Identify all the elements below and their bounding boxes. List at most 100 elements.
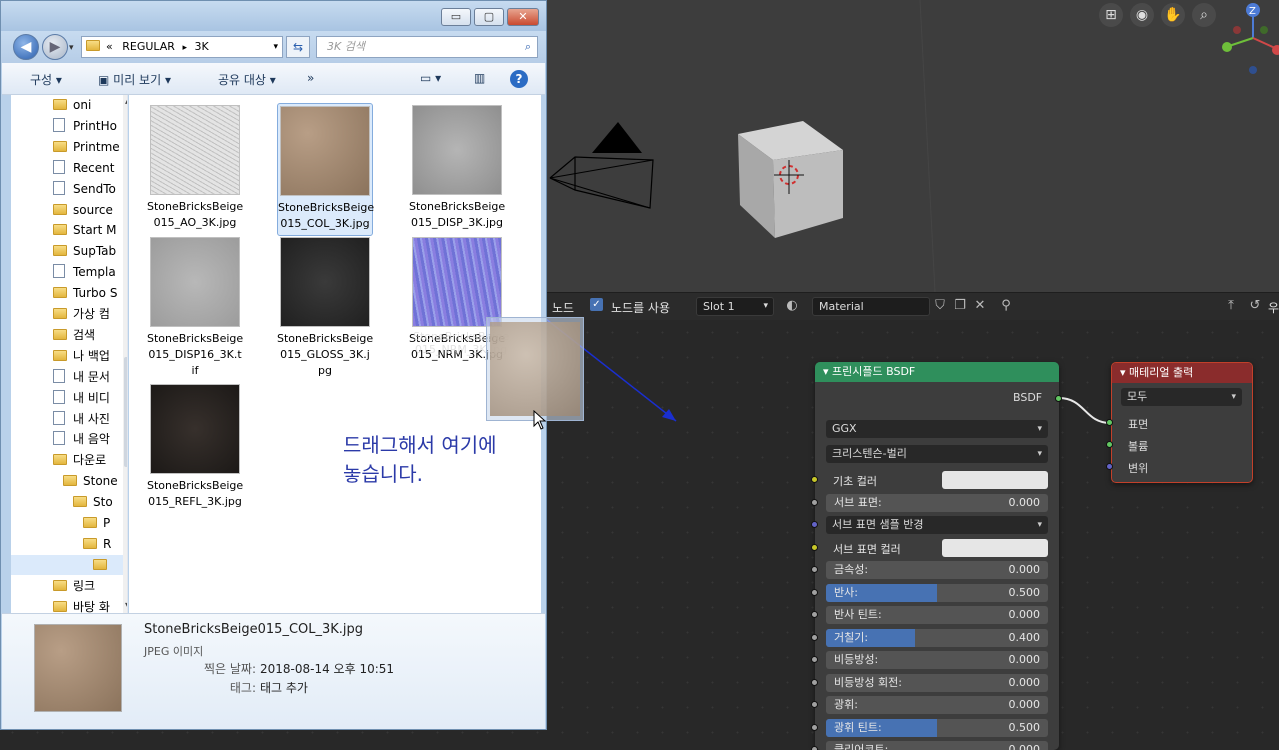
color-swatch[interactable] xyxy=(942,471,1048,489)
explorer-titlebar[interactable]: ▭ ▢ ✕ xyxy=(1,1,546,31)
collapse-icon[interactable]: ▾ xyxy=(1120,366,1126,379)
tree-item[interactable]: Turbo S xyxy=(53,283,117,303)
tree-item[interactable]: P xyxy=(83,513,110,533)
material-name-field[interactable]: Material xyxy=(812,297,930,316)
close-icon[interactable]: ✕ xyxy=(971,297,989,315)
view-options-icon[interactable]: ▭ ▾ xyxy=(420,71,441,85)
tree-item[interactable]: R xyxy=(83,534,111,554)
navigation-gizmo[interactable]: Z xyxy=(1219,0,1279,80)
material-sphere-icon[interactable]: ◐ xyxy=(783,297,801,315)
tree-item[interactable]: SendTo xyxy=(53,179,116,199)
input-socket[interactable] xyxy=(811,476,818,483)
share-button[interactable]: 공유 대상 ▾ xyxy=(218,71,276,88)
breadcrumb-3k[interactable]: 3K xyxy=(194,40,208,53)
address-bar[interactable]: « REGULAR ▸ 3K ▾ xyxy=(81,36,283,58)
subsurface-radius-dropdown[interactable]: 서브 표면 샘플 반경 ▾ xyxy=(826,516,1048,534)
close-button[interactable]: ✕ xyxy=(507,8,539,26)
search-icon[interactable]: ⌕ xyxy=(525,37,531,57)
chevron-down-icon[interactable]: ▾ xyxy=(273,37,278,57)
history-dropdown-icon[interactable]: ▾ xyxy=(69,43,74,53)
node-menu[interactable]: 노드 xyxy=(552,299,574,316)
input-socket[interactable] xyxy=(811,589,818,596)
subsurface-method-dropdown[interactable]: 크리스텐슨-벌리 ▾ xyxy=(826,445,1048,463)
more-button[interactable]: » xyxy=(307,71,314,85)
shield-icon[interactable]: ⛉ xyxy=(931,297,949,315)
duplicate-icon[interactable]: ❐ xyxy=(951,297,969,315)
tree-item[interactable]: SupTab xyxy=(53,241,116,261)
scroll-down-icon[interactable]: ▾ xyxy=(125,600,127,609)
tree-item[interactable]: source xyxy=(53,200,113,220)
camera-icon[interactable]: ◉ xyxy=(1130,3,1154,27)
use-nodes-checkbox[interactable]: ✓ xyxy=(590,298,603,311)
navigation-tree[interactable]: oni PrintHo Printme Recent SendTo source Start… xyxy=(11,95,128,613)
file-item[interactable]: StoneBricksBeige 015_GLOSS_3K.j pg xyxy=(277,235,373,382)
tag-value[interactable]: 태그 추가 xyxy=(260,679,308,696)
property-slider[interactable]: 거칠기: 0.400 xyxy=(826,629,1048,647)
tree-item[interactable]: Stone xyxy=(63,471,118,491)
tree-item[interactable] xyxy=(11,554,123,575)
input-socket[interactable] xyxy=(811,746,818,750)
input-socket[interactable] xyxy=(811,611,818,618)
file-item[interactable]: StoneBricksBeige 015_AO_3K.jpg xyxy=(147,103,243,234)
preview-pane-icon[interactable]: ▥ xyxy=(474,71,485,85)
tree-item[interactable]: 내 비디 xyxy=(53,388,110,408)
breadcrumb-separator[interactable]: ▸ xyxy=(182,43,187,53)
tree-item[interactable]: oni xyxy=(53,95,91,115)
property-slider[interactable]: 광휘: 0.000 xyxy=(826,696,1048,714)
tree-item[interactable]: 내 문서 xyxy=(53,367,110,387)
snap-icon[interactable]: ↺ xyxy=(1246,297,1264,315)
back-arrow-icon[interactable]: ◀ xyxy=(13,34,39,60)
input-socket[interactable] xyxy=(811,544,818,551)
tree-item[interactable]: Printme xyxy=(53,137,120,157)
property-slider[interactable]: 클리어코트: 0.000 xyxy=(826,741,1048,750)
input-socket[interactable] xyxy=(811,566,818,573)
output-target-dropdown[interactable]: 모두 ▾ xyxy=(1121,388,1242,406)
hand-icon[interactable]: ✋ xyxy=(1161,3,1185,27)
tree-item[interactable]: Sto xyxy=(73,492,113,512)
input-socket[interactable] xyxy=(811,724,818,731)
parent-icon[interactable]: ⤒ xyxy=(1222,297,1240,315)
tree-item[interactable]: Templa xyxy=(53,262,116,282)
scroll-up-icon[interactable]: ▴ xyxy=(125,97,127,106)
bsdf-output-socket[interactable] xyxy=(1055,395,1062,402)
distribution-dropdown[interactable]: GGX ▾ xyxy=(826,420,1048,438)
property-slider[interactable]: 금속성: 0.000 xyxy=(826,561,1048,579)
property-slider[interactable]: 광휘 틴트: 0.500 xyxy=(826,719,1048,737)
property-slider[interactable]: 서브 표면: 0.000 xyxy=(826,494,1048,512)
collapse-icon[interactable]: ▾ xyxy=(823,365,829,378)
property-slider[interactable]: 비등방성 회전: 0.000 xyxy=(826,674,1048,692)
maximize-button[interactable]: ▢ xyxy=(474,8,504,26)
input-socket[interactable] xyxy=(811,656,818,663)
help-icon[interactable]: ? xyxy=(510,70,528,88)
organize-button[interactable]: 구성 ▾ xyxy=(30,71,62,88)
preview-button[interactable]: ▣ 미리 보기 ▾ xyxy=(98,71,171,88)
pin-icon[interactable]: ⚲ xyxy=(997,297,1015,315)
surface-input-socket[interactable] xyxy=(1106,419,1113,426)
tree-item[interactable]: 다운로 xyxy=(53,450,106,470)
breadcrumb-regular[interactable]: REGULAR xyxy=(122,40,175,53)
tree-item[interactable]: 나 백업 xyxy=(53,346,110,366)
property-slider[interactable]: 반사 틴트: 0.000 xyxy=(826,606,1048,624)
input-socket[interactable] xyxy=(811,679,818,686)
refresh-icon[interactable]: ⇆ xyxy=(286,36,310,58)
tree-item[interactable]: 가상 컴 xyxy=(53,304,110,324)
tree-item[interactable]: Recent xyxy=(53,158,114,178)
tree-scrollbar[interactable] xyxy=(123,95,127,613)
forward-arrow-icon[interactable]: ▶ xyxy=(42,34,68,60)
tree-item[interactable]: 내 사진 xyxy=(53,409,110,429)
tree-item[interactable]: 링크 xyxy=(53,576,95,596)
input-socket[interactable] xyxy=(811,701,818,708)
tree-item[interactable]: 내 음악 xyxy=(53,429,110,449)
color-swatch[interactable] xyxy=(942,539,1048,557)
file-item[interactable]: StoneBricksBeige 015_REFL_3K.jpg xyxy=(147,382,243,513)
tree-item[interactable]: PrintHo xyxy=(53,116,117,136)
displacement-input-socket[interactable] xyxy=(1106,463,1113,470)
file-item[interactable]: StoneBricksBeige 015_DISP_3K.jpg xyxy=(409,103,505,234)
grid-icon[interactable]: ⊞ xyxy=(1099,3,1123,27)
input-socket[interactable] xyxy=(811,634,818,641)
file-item[interactable]: StoneBricksBeige 015_COL_3K.jpg xyxy=(277,103,374,236)
property-slider[interactable]: 비등방성: 0.000 xyxy=(826,651,1048,669)
zoom-icon[interactable]: ⌕ xyxy=(1192,3,1216,27)
input-socket[interactable] xyxy=(811,499,818,506)
slot-dropdown[interactable]: Slot 1 ▾ xyxy=(696,297,774,316)
